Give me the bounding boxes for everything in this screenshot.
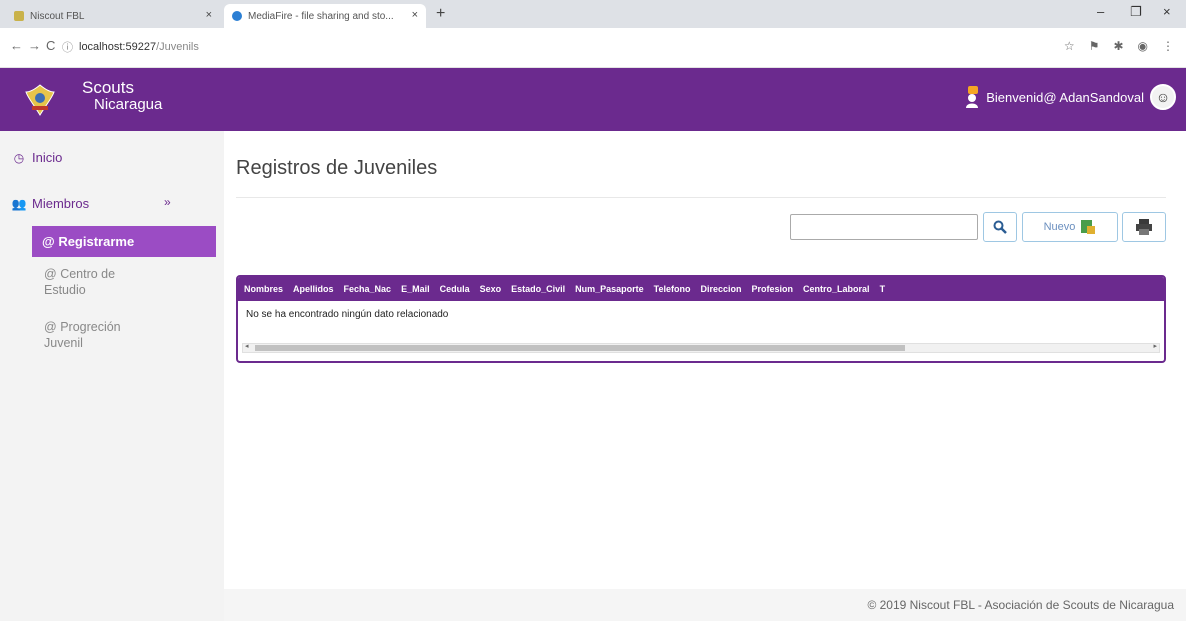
footer: © 2019 Niscout FBL - Asociación de Scout… <box>224 589 1186 621</box>
column-header[interactable]: T <box>880 284 886 294</box>
column-header[interactable]: Sexo <box>480 284 502 294</box>
empty-table-message: No se ha encontrado ningún dato relacion… <box>246 309 449 320</box>
mediafire-icon <box>232 11 242 21</box>
reload-button[interactable]: C <box>46 38 55 53</box>
tab-title: MediaFire - file sharing and sto... <box>248 10 394 22</box>
juveniles-table: Nombres Apellidos Fecha_Nac E_Mail Cedul… <box>236 275 1166 363</box>
browser-tab-bar: Niscout FBL × MediaFire - file sharing a… <box>0 0 1186 28</box>
info-icon: ⓘ <box>62 42 73 54</box>
bookmark-star-icon[interactable]: ☆ <box>1064 39 1075 53</box>
app-header: Scouts Nicaragua Bienvenid@ AdanSandoval… <box>0 68 1186 131</box>
scroll-right-icon[interactable]: ▸ <box>1153 342 1157 350</box>
print-icon <box>1136 219 1152 235</box>
tab-niscout[interactable]: Niscout FBL × <box>6 4 220 28</box>
print-button[interactable] <box>1122 212 1166 242</box>
window-close-button[interactable]: × <box>1163 4 1171 19</box>
sidebar-item-label-2: Estudio <box>44 283 86 297</box>
user-badge-icon <box>966 86 979 108</box>
puzzle-icon[interactable]: ✱ <box>1113 39 1123 53</box>
sidebar-item-registrarme[interactable]: @ Registrarme <box>32 226 216 257</box>
sidebar-item-progresion-juvenil[interactable]: @ Progreción Juvenil <box>44 319 121 351</box>
close-tab-icon[interactable]: × <box>206 9 212 21</box>
extension-icon[interactable]: ⚑ <box>1089 39 1100 53</box>
search-button[interactable] <box>983 212 1017 242</box>
brand-nicaragua: Nicaragua <box>94 96 163 113</box>
avatar[interactable]: ☺ <box>1150 84 1176 110</box>
page-title: Registros de Juveniles <box>236 157 438 179</box>
sidebar-item-label-2: Juvenil <box>44 336 83 350</box>
user-menu[interactable]: Bienvenid@ AdanSandoval ☺ <box>964 84 1176 110</box>
dashboard-icon: ◷ <box>13 150 25 165</box>
column-header[interactable]: Cedula <box>440 284 470 294</box>
sidebar-item-miembros[interactable]: 👥 Miembros <box>11 196 90 211</box>
column-header[interactable]: Centro_Laboral <box>803 284 870 294</box>
sidebar-item-centro-estudio[interactable]: @ Centro de Estudio <box>44 266 115 298</box>
profile-icon[interactable]: ◉ <box>1138 39 1148 53</box>
users-icon: 👥 <box>11 196 27 211</box>
sub-item-icon: @ <box>42 234 55 249</box>
new-button-label: Nuevo <box>1043 221 1076 233</box>
column-header[interactable]: Profesion <box>752 284 794 294</box>
column-header[interactable]: Nombres <box>244 284 283 294</box>
scouts-logo[interactable] <box>22 82 58 118</box>
table-header-row: Nombres Apellidos Fecha_Nac E_Mail Cedul… <box>238 277 1164 301</box>
menu-kebab-icon[interactable]: ⋮ <box>1162 39 1174 53</box>
footer-copyright: © 2019 Niscout FBL - Asociación de Scout… <box>867 598 1174 612</box>
column-header[interactable]: Direccion <box>701 284 742 294</box>
column-header[interactable]: Estado_Civil <box>511 284 565 294</box>
scrollbar-thumb[interactable] <box>255 345 905 351</box>
column-header[interactable]: E_Mail <box>401 284 430 294</box>
minimize-button[interactable]: – <box>1097 4 1104 19</box>
favicon-icon <box>14 11 24 21</box>
column-header[interactable]: Num_Pasaporte <box>575 284 644 294</box>
sidebar-item-label: Inicio <box>32 150 63 165</box>
sidebar-item-label: Centro de <box>60 267 116 281</box>
search-input[interactable] <box>790 214 978 240</box>
new-button[interactable]: Nuevo <box>1022 212 1118 242</box>
close-tab-icon[interactable]: × <box>412 9 418 21</box>
column-header[interactable]: Apellidos <box>293 284 334 294</box>
address-bar-area: ← → C ⓘ localhost:59227 /Juvenils ☆ ⚑ ✱ … <box>0 28 1186 68</box>
sub-item-icon: @ <box>44 267 57 281</box>
horizontal-scrollbar[interactable]: ◂ ▸ <box>242 343 1160 353</box>
tab-mediafire[interactable]: MediaFire - file sharing and sto... × <box>224 4 426 28</box>
browser-extensions: ☆ ⚑ ✱ ◉ ⋮ <box>1064 39 1174 53</box>
excel-add-icon <box>1081 220 1096 234</box>
sub-item-icon: @ <box>44 320 57 334</box>
welcome-text: Bienvenid@ AdanSandoval <box>986 89 1144 105</box>
url-path: /Juvenils <box>156 41 199 53</box>
sidebar-item-inicio[interactable]: ◷ Inicio <box>12 150 63 165</box>
sidebar-item-label: Miembros <box>32 196 90 211</box>
url-field[interactable]: ⓘ localhost:59227 /Juvenils <box>62 35 199 59</box>
search-icon <box>993 220 1007 234</box>
sidebar-item-label: Progreción <box>60 320 121 334</box>
tab-title: Niscout FBL <box>30 10 85 22</box>
back-button[interactable]: ← <box>10 38 23 53</box>
sidebar-item-label: Registrarme <box>58 234 135 249</box>
sidebar: ◷ Inicio 👥 Miembros » @ Registrarme @ Ce… <box>0 131 224 621</box>
url-host: localhost:59227 <box>79 41 157 53</box>
column-header[interactable]: Telefono <box>654 284 691 294</box>
maximize-button[interactable]: ❐ <box>1130 4 1142 20</box>
brand-scouts: Scouts <box>82 78 134 97</box>
forward-button[interactable]: → <box>28 38 41 53</box>
scroll-left-icon[interactable]: ◂ <box>245 342 249 350</box>
chevron-right-icon[interactable]: » <box>164 195 171 209</box>
column-header[interactable]: Fecha_Nac <box>344 284 392 294</box>
new-tab-button[interactable]: + <box>436 5 445 23</box>
title-divider <box>236 197 1166 198</box>
